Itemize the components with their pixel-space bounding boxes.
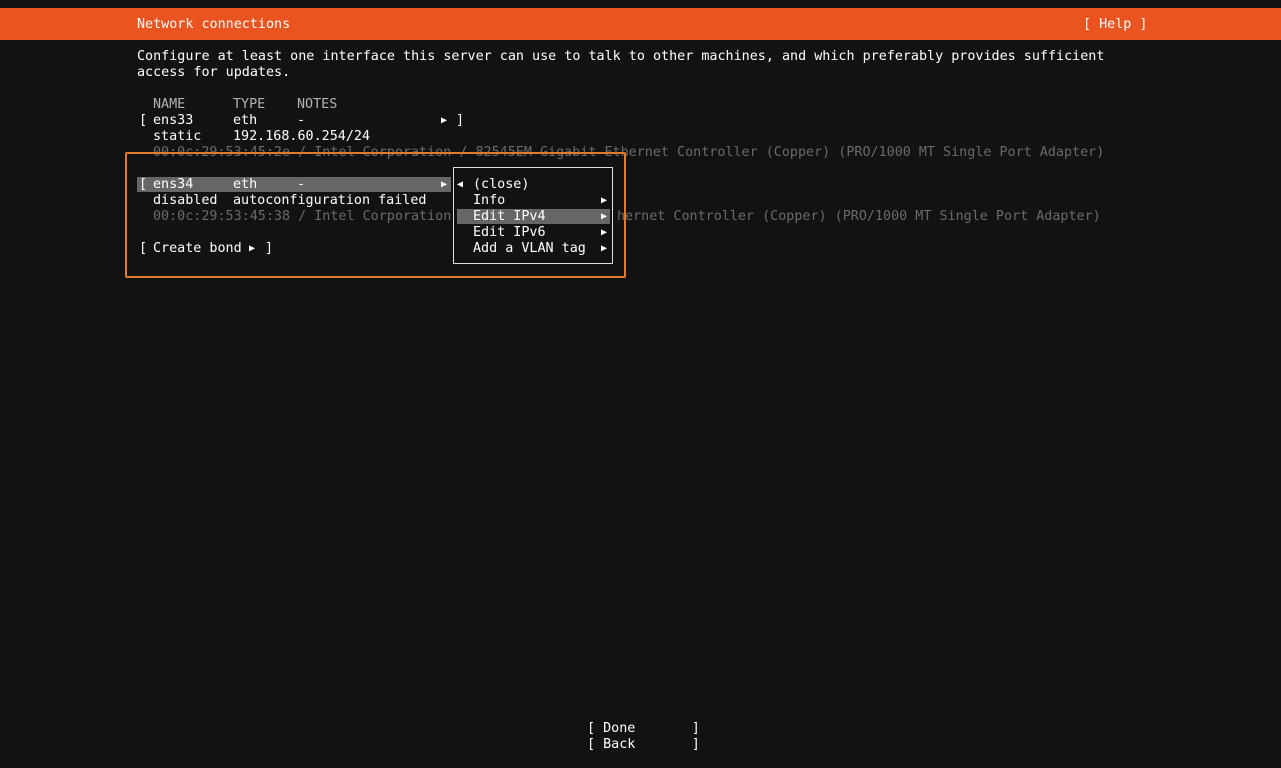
back-button[interactable]: [ Back ] [587,737,700,753]
interface-mode: static [153,129,202,144]
help-button[interactable]: [ Help ] [1083,17,1148,33]
interface-hardware-info: 00:0c:29:53:45:38 / Intel Corporation [153,209,452,224]
interface-address: 192.168.60.254/24 [233,129,371,144]
column-header-type: TYPE [233,97,266,112]
create-bond-label: Create bond [153,241,242,256]
column-header-notes: NOTES [297,97,338,112]
bracket-open: [ [139,177,148,192]
page-title: Network connections [137,17,291,32]
menu-item-label: Info [473,193,506,208]
bracket-close: ] [456,113,465,128]
interface-type: eth [233,177,258,192]
menu-item-label: Edit IPv4 [473,209,546,224]
interface-name: ens33 [153,113,194,128]
interface-notes: - [297,177,306,192]
interface-notes: - [297,113,306,128]
menu-item-label: Add a VLAN tag [473,241,586,256]
interface-address: autoconfiguration failed [233,193,427,208]
column-header-name: NAME [153,97,186,112]
window-top-strip [0,0,1281,8]
chevron-right-icon: ▶ [249,243,256,254]
chevron-left-icon: ◀ [457,179,464,190]
chevron-right-icon: ▶ [601,227,608,238]
menu-item-label: Edit IPv6 [473,225,546,240]
bracket-open: [ [139,241,148,256]
interface-hardware-info-continued: hernet Controller (Copper) (PRO/1000 MT … [617,209,1101,224]
interface-mode: disabled [153,193,218,208]
done-button[interactable]: [ Done ] [587,721,700,737]
chevron-right-icon: ▶ [601,211,608,222]
intro-text-line2: access for updates. [137,65,291,80]
chevron-right-icon: ▶ [441,179,448,190]
header-bar: Network connections [ Help ] [0,8,1281,40]
chevron-right-icon: ▶ [601,195,608,206]
intro-text-line1: Configure at least one interface this se… [137,49,1105,64]
bracket-open: [ [139,113,148,128]
chevron-right-icon: ▶ [441,115,448,126]
menu-item-label: (close) [473,177,530,192]
chevron-right-icon: ▶ [601,243,608,254]
interface-name: ens34 [153,177,194,192]
bracket-close: ] [265,241,274,256]
interface-type: eth [233,113,258,128]
